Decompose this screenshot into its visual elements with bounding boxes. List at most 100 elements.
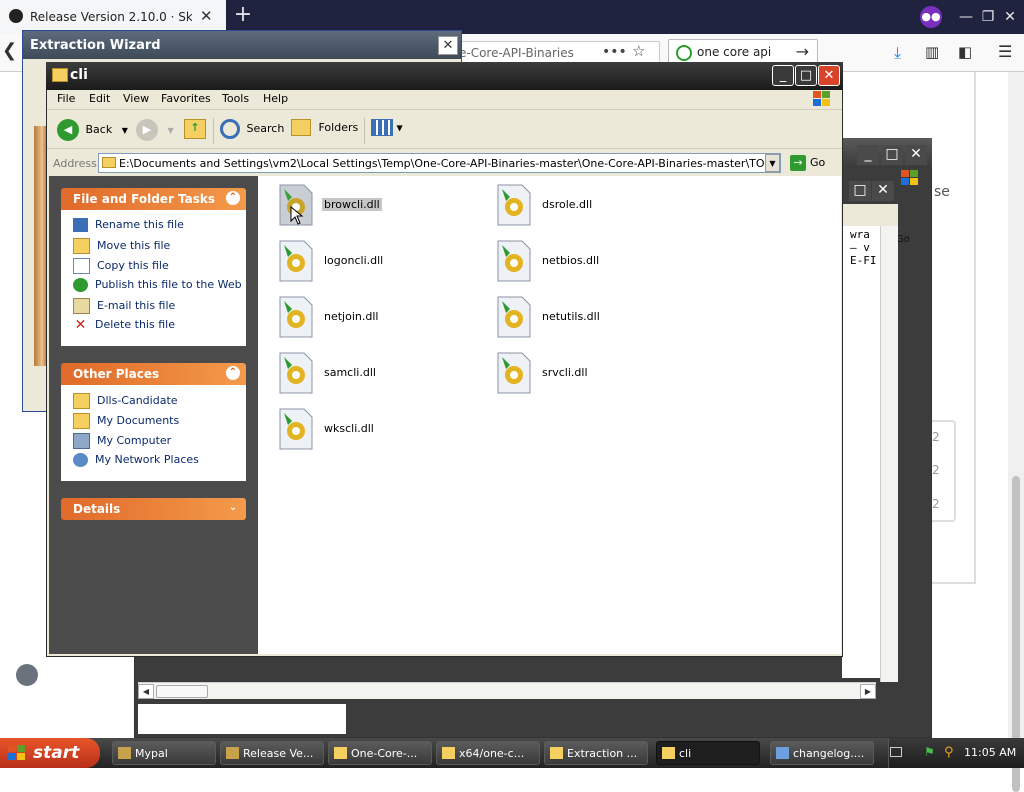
- close-tab-icon[interactable]: ✕: [200, 7, 213, 25]
- browser-scrollbar[interactable]: [1008, 72, 1024, 792]
- explorer-close-button[interactable]: ✕: [818, 65, 840, 86]
- scrollbar-thumb[interactable]: [156, 685, 208, 698]
- keyboard-icon[interactable]: [890, 747, 902, 757]
- folders-button[interactable]: Folders: [291, 119, 358, 143]
- changelog-maximize-button[interactable]: □: [881, 145, 903, 165]
- explorer-maximize-button[interactable]: □: [795, 65, 817, 86]
- notepad-horizontal-scrollbar[interactable]: ◀ ▶: [138, 682, 876, 699]
- taskbar-item-one-core[interactable]: One-Core-...: [328, 741, 432, 765]
- network-tray-icon[interactable]: ⚑: [924, 745, 938, 759]
- browser-close-button[interactable]: ✕: [999, 6, 1021, 28]
- file-item[interactable]: netbios.dll: [486, 234, 676, 286]
- task-rename-file[interactable]: Rename this file: [73, 218, 184, 236]
- notepad-close-button[interactable]: ✕: [872, 181, 894, 201]
- new-tab-button[interactable]: +: [232, 4, 254, 28]
- task-label: Publish this file to the Web: [95, 278, 242, 291]
- notepad-text[interactable]: wra – v E-FI: [842, 226, 880, 678]
- bookmark-star-icon[interactable]: ☆: [632, 42, 645, 60]
- task-delete-file[interactable]: ✕ Delete this file: [73, 318, 175, 336]
- taskbar-item-label: Mypal: [135, 747, 168, 760]
- go-label: Go: [810, 156, 826, 169]
- explorer-minimize-button[interactable]: _: [772, 65, 794, 86]
- extraction-wizard-close-button[interactable]: ✕: [438, 36, 458, 55]
- file-folder-tasks-header[interactable]: File and Folder Tasks ⌃: [61, 188, 246, 210]
- github-footer-icon[interactable]: [16, 664, 38, 686]
- download-icon[interactable]: ⤓: [894, 43, 901, 63]
- page-actions-icon[interactable]: •••: [602, 44, 627, 60]
- place-dlls-candidate[interactable]: Dlls-Candidate: [73, 393, 178, 411]
- file-item[interactable]: srvcli.dll: [486, 346, 676, 398]
- browser-tab-title: Release Version 2.10.0 · Skulltrail: [30, 10, 192, 24]
- views-button[interactable]: ▼: [371, 119, 403, 143]
- task-email-file[interactable]: E-mail this file: [73, 298, 175, 316]
- sidebar-icon[interactable]: ◧: [958, 43, 972, 61]
- file-item[interactable]: netjoin.dll: [268, 290, 458, 342]
- file-item[interactable]: logoncli.dll: [268, 234, 458, 286]
- task-publish-web[interactable]: Publish this file to the Web: [73, 278, 242, 296]
- go-arrow-icon: →: [790, 155, 806, 171]
- scroll-right-arrow-icon[interactable]: ▶: [860, 684, 876, 699]
- collapse-chevron-icon[interactable]: ⌃: [226, 366, 240, 380]
- details-header[interactable]: Details ⌄: [61, 498, 246, 520]
- place-my-computer[interactable]: My Computer: [73, 433, 171, 451]
- hamburger-menu-icon[interactable]: ☰: [998, 42, 1012, 61]
- search-button[interactable]: Search: [220, 119, 284, 143]
- file-name: samcli.dll: [324, 366, 376, 379]
- task-move-file[interactable]: Move this file: [73, 238, 170, 256]
- taskbar-item-x64[interactable]: x64/one-c...: [436, 741, 540, 765]
- page-number-mark: 2: [932, 430, 940, 444]
- notepad-vertical-scrollbar[interactable]: [880, 226, 898, 682]
- other-places-header[interactable]: Other Places ⌃: [61, 363, 246, 385]
- taskbar-item-cli[interactable]: cli: [656, 741, 760, 765]
- taskbar-item-mypal[interactable]: Mypal: [112, 741, 216, 765]
- start-button[interactable]: start: [0, 738, 100, 768]
- forward-button[interactable]: ▶ ▼: [136, 119, 174, 143]
- expand-chevron-icon[interactable]: ⌄: [226, 501, 240, 515]
- place-my-network-places[interactable]: My Network Places: [73, 453, 199, 471]
- details-title: Details: [73, 502, 121, 516]
- browser-tab[interactable]: Release Version 2.10.0 · Skulltrail ✕: [0, 0, 226, 34]
- notepad-go-label[interactable]: Go: [896, 234, 910, 245]
- file-item[interactable]: dsrole.dll: [486, 178, 676, 230]
- changelog-minimize-button[interactable]: _: [857, 145, 879, 165]
- back-dropdown-icon[interactable]: ▼: [122, 126, 128, 135]
- address-go-button[interactable]: → Go: [790, 155, 825, 171]
- menu-tools[interactable]: Tools: [222, 92, 249, 105]
- file-item[interactable]: wkscli.dll: [268, 402, 458, 454]
- network-icon: [73, 453, 88, 467]
- menu-view[interactable]: View: [123, 92, 149, 105]
- search-go-arrow-icon[interactable]: →: [796, 42, 809, 61]
- task-copy-file[interactable]: Copy this file: [73, 258, 169, 276]
- taskbar-item-release[interactable]: Release Ve...: [220, 741, 324, 765]
- back-button[interactable]: ◀ Back ▼: [57, 119, 128, 143]
- collapse-chevron-icon[interactable]: ⌃: [226, 191, 240, 205]
- menu-file[interactable]: File: [57, 92, 75, 105]
- address-input[interactable]: E:\Documents and Settings\vm2\Local Sett…: [98, 153, 781, 173]
- library-icon[interactable]: ▥: [925, 43, 939, 61]
- menu-edit[interactable]: Edit: [89, 92, 110, 105]
- search-tray-icon[interactable]: ⚲: [944, 745, 958, 760]
- taskbar-item-changelog[interactable]: changelog....: [770, 741, 874, 765]
- extraction-wizard-titlebar[interactable]: Extraction Wizard: [23, 31, 461, 59]
- explorer-title: cli: [70, 67, 88, 83]
- up-folder-button[interactable]: ↑: [184, 119, 206, 143]
- notepad-menubar: [842, 204, 898, 226]
- file-item[interactable]: samcli.dll: [268, 346, 458, 398]
- menu-favorites[interactable]: Favorites: [161, 92, 211, 105]
- taskbar-item-extraction[interactable]: Extraction ...: [544, 741, 648, 765]
- menu-help[interactable]: Help: [263, 92, 288, 105]
- notepad-line: E-FI: [850, 254, 877, 267]
- dll-file-icon: [497, 184, 531, 226]
- folder-icon: [662, 747, 675, 759]
- scroll-left-arrow-icon[interactable]: ◀: [138, 684, 154, 699]
- explorer-titlebar[interactable]: cli: [46, 62, 843, 90]
- page-side-text: se: [934, 184, 950, 200]
- file-item[interactable]: netutils.dll: [486, 290, 676, 342]
- browser-minimize-button[interactable]: —: [955, 6, 977, 28]
- place-my-documents[interactable]: My Documents: [73, 413, 179, 431]
- browser-restore-button[interactable]: ❐: [977, 6, 999, 28]
- changelog-close-button[interactable]: ✕: [905, 145, 927, 165]
- address-dropdown-icon[interactable]: ▼: [765, 154, 780, 172]
- delete-x-icon: ✕: [74, 317, 87, 333]
- notepad-maximize-button[interactable]: □: [849, 181, 871, 201]
